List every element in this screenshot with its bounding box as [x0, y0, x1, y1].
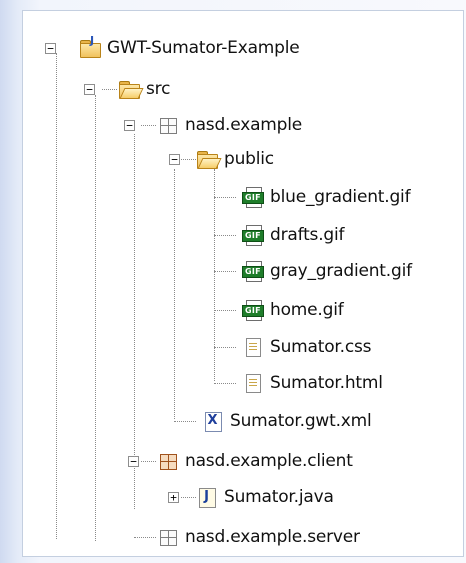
- xml-file-icon: X: [202, 411, 224, 432]
- tree-connector: [214, 310, 236, 311]
- tree-item-label: Sumator.css: [270, 337, 372, 357]
- tree-item-label: gray_gradient.gif: [270, 261, 412, 281]
- expand-toggle-java[interactable]: +: [168, 492, 179, 503]
- tree-item-label: public: [224, 149, 274, 169]
- source-folder-icon: [118, 79, 144, 99]
- project-tree: − − − − − + J GWT-Sumator-Example src na…: [0, 0, 466, 563]
- tree-connector: [141, 125, 156, 126]
- collapse-toggle-package[interactable]: −: [124, 120, 135, 131]
- tree-item-label: blue_gradient.gif: [270, 187, 411, 207]
- text-file-icon: [242, 337, 264, 357]
- tree-connector: [214, 235, 236, 236]
- tree-item-label: Sumator.java: [224, 487, 334, 507]
- tree-guide-line: [174, 169, 175, 419]
- tree-item-package[interactable]: nasd.example: [157, 110, 302, 140]
- text-file-icon: [242, 373, 264, 393]
- package-icon: [157, 451, 179, 471]
- gif-file-icon: GIF: [242, 187, 264, 208]
- tree-item-file[interactable]: Sumator.html: [242, 368, 383, 398]
- open-folder-icon: [196, 149, 222, 169]
- tree-connector: [134, 537, 156, 538]
- tree-connector: [181, 159, 196, 160]
- tree-item-file[interactable]: GIF blue_gradient.gif: [242, 182, 411, 212]
- tree-connector: [214, 347, 236, 348]
- tree-connector: [214, 271, 236, 272]
- java-file-icon: J: [196, 487, 218, 508]
- gif-file-icon: GIF: [242, 261, 264, 282]
- tree-item-src[interactable]: src: [118, 74, 170, 104]
- tree-connector: [214, 197, 236, 198]
- tree-connector: [174, 421, 196, 422]
- tree-guide-line: [134, 134, 135, 509]
- tree-item-file[interactable]: GIF drafts.gif: [242, 220, 345, 250]
- package-icon: [157, 115, 179, 135]
- java-project-folder-icon: J: [79, 35, 101, 58]
- tree-item-label: nasd.example.server: [185, 527, 360, 547]
- tree-item-file[interactable]: GIF home.gif: [242, 295, 344, 325]
- tree-guide-line: [214, 169, 215, 381]
- tree-item-server-package[interactable]: nasd.example.server: [157, 522, 360, 552]
- tree-connector: [214, 383, 236, 384]
- collapse-toggle-client[interactable]: −: [128, 456, 139, 467]
- tree-connector: [102, 89, 117, 90]
- collapse-toggle-public[interactable]: −: [169, 154, 180, 165]
- tree-item-java-file[interactable]: J Sumator.java: [196, 482, 334, 512]
- gif-file-icon: GIF: [242, 225, 264, 246]
- collapse-toggle-src[interactable]: −: [84, 84, 95, 95]
- tree-item-label: drafts.gif: [270, 225, 345, 245]
- gif-file-icon: GIF: [242, 300, 264, 321]
- tree-item-label: src: [146, 79, 171, 99]
- tree-guide-line: [56, 53, 57, 539]
- tree-item-label: home.gif: [270, 300, 344, 320]
- tree-item-public[interactable]: public: [196, 144, 274, 174]
- tree-connector: [141, 461, 156, 462]
- package-icon: [157, 527, 179, 547]
- tree-item-file[interactable]: GIF gray_gradient.gif: [242, 256, 412, 286]
- tree-item-client-package[interactable]: nasd.example.client: [157, 446, 353, 476]
- tree-item-file[interactable]: Sumator.css: [242, 332, 372, 362]
- tree-item-label: nasd.example.client: [185, 451, 353, 471]
- tree-item-gwt-xml[interactable]: X Sumator.gwt.xml: [202, 406, 372, 436]
- tree-item-label: GWT-Sumator-Example: [107, 38, 300, 58]
- tree-item-label: Sumator.html: [270, 373, 383, 393]
- tree-item-project[interactable]: J GWT-Sumator-Example: [79, 33, 300, 63]
- tree-item-label: nasd.example: [185, 115, 303, 135]
- tree-connector: [181, 497, 196, 498]
- tree-item-label: Sumator.gwt.xml: [230, 411, 372, 431]
- collapse-toggle-root[interactable]: −: [45, 43, 56, 54]
- tree-guide-line: [95, 95, 96, 541]
